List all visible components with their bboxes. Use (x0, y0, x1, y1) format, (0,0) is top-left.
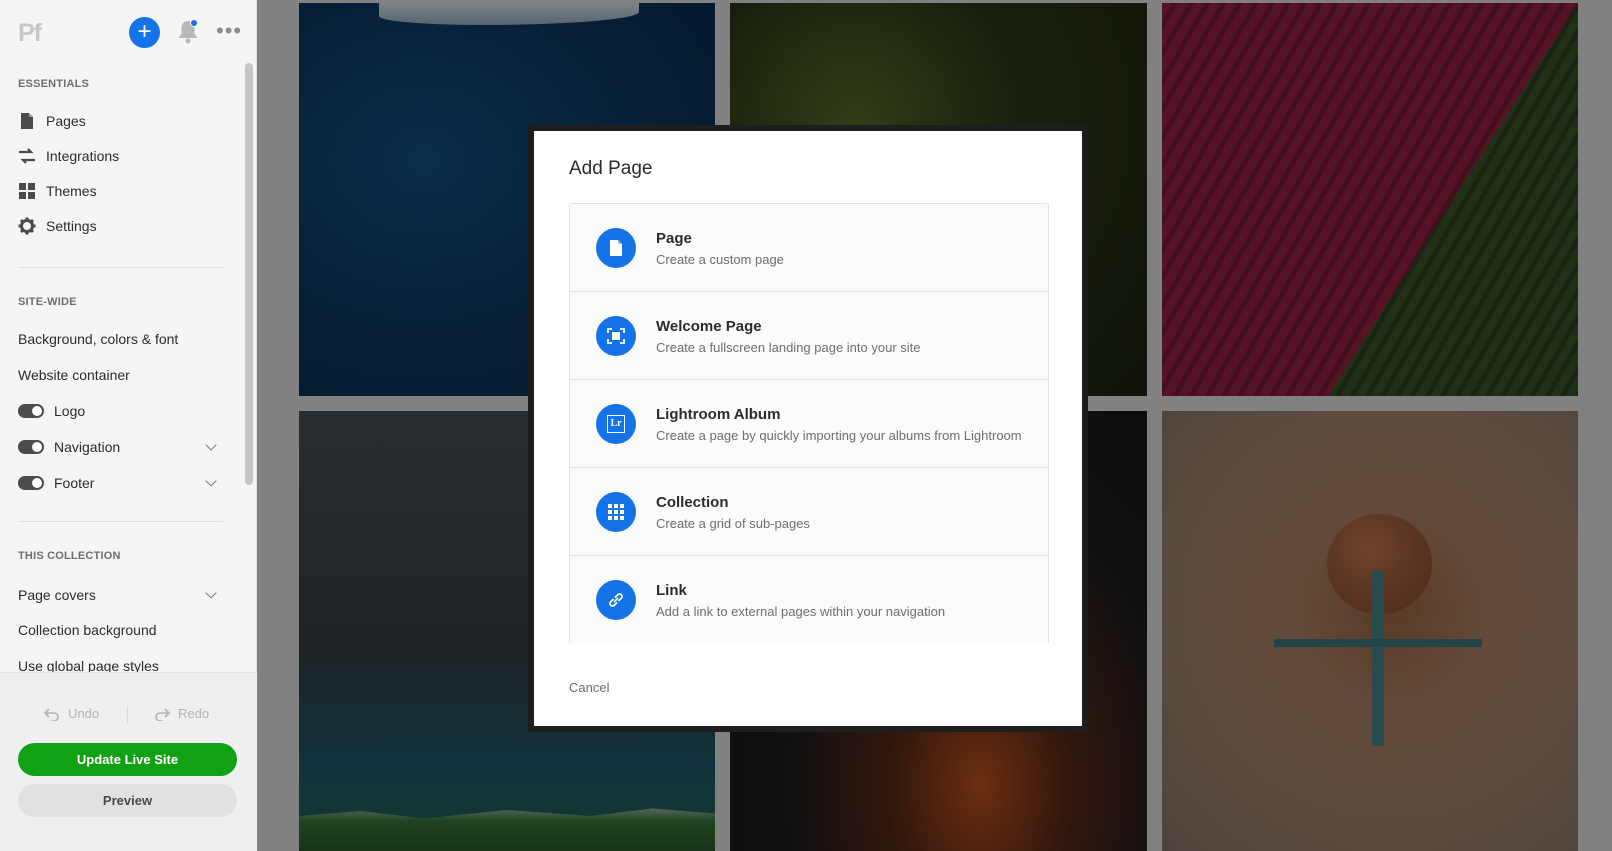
add-button[interactable]: + (129, 17, 160, 48)
page-icon (596, 228, 636, 268)
site-wide-heading: SITE-WIDE (18, 296, 77, 308)
toggle-label: Footer (54, 475, 95, 491)
option-lightroom-album[interactable]: Lr Lightroom Album Create a page by quic… (570, 380, 1048, 468)
chevron-down-icon[interactable] (205, 587, 217, 599)
logo-toggle-row: Logo (18, 400, 223, 422)
toggle-label: Navigation (54, 439, 121, 455)
lightroom-badge: Lr (607, 415, 625, 433)
cancel-button[interactable]: Cancel (569, 680, 609, 695)
undo-button[interactable]: Undo (44, 706, 99, 721)
sidebar-item-collection-background[interactable]: Collection background (18, 622, 157, 638)
essentials-heading: ESSENTIALS (18, 78, 90, 90)
undo-redo-separator (127, 706, 128, 724)
divider (18, 267, 223, 268)
chevron-down-icon[interactable] (205, 439, 217, 451)
option-title: Welcome Page (656, 318, 762, 335)
this-collection-heading: THIS COLLECTION (18, 550, 121, 562)
sidebar-item-background-colors-font[interactable]: Background, colors & font (18, 331, 178, 347)
option-link[interactable]: Link Add a link to external pages within… (570, 556, 1048, 644)
redo-icon (155, 707, 170, 721)
preview-button[interactable]: Preview (18, 784, 237, 817)
sidebar-item-website-container[interactable]: Website container (18, 367, 130, 383)
themes-icon (19, 183, 35, 199)
sidebar-item-label: Settings (46, 218, 97, 234)
option-title: Link (656, 582, 687, 599)
lightroom-icon: Lr (596, 404, 636, 444)
notification-dot (190, 19, 198, 27)
navigation-toggle-row[interactable]: Navigation (18, 436, 223, 458)
page-type-options: Page Create a custom page Welcome Page C… (569, 203, 1049, 644)
sidebar-item-themes[interactable]: Themes (18, 178, 97, 204)
sidebar-scrollbar[interactable] (245, 63, 253, 485)
option-description: Create a grid of sub-pages (656, 516, 810, 531)
option-collection[interactable]: Collection Create a grid of sub-pages (570, 468, 1048, 556)
sidebar-item-page-covers[interactable]: Page covers (18, 584, 223, 606)
grid-icon (596, 492, 636, 532)
chevron-down-icon[interactable] (205, 475, 217, 487)
option-description: Create a custom page (656, 252, 784, 267)
sidebar: Pf + ••• ESSENTIALS Pages Integrations T… (0, 0, 257, 851)
integrations-icon (19, 148, 35, 164)
undo-icon (44, 707, 59, 721)
fullscreen-icon (596, 316, 636, 356)
option-description: Create a fullscreen landing page into yo… (656, 340, 921, 355)
gear-icon (18, 217, 36, 235)
logo-toggle[interactable] (18, 404, 44, 418)
footer-toggle-row[interactable]: Footer (18, 472, 223, 494)
link-icon (596, 580, 636, 620)
more-options-icon[interactable]: ••• (216, 18, 242, 44)
sidebar-item-label: Themes (46, 183, 97, 199)
redo-button[interactable]: Redo (154, 706, 209, 721)
sidebar-item-pages[interactable]: Pages (18, 108, 86, 134)
option-title: Collection (656, 494, 729, 511)
sidebar-item-label: Pages (46, 113, 86, 129)
option-welcome-page[interactable]: Welcome Page Create a fullscreen landing… (570, 292, 1048, 380)
divider (18, 521, 223, 522)
sidebar-topbar: Pf + ••• (0, 0, 257, 62)
option-description: Add a link to external pages within your… (656, 604, 946, 619)
page-icon (21, 113, 33, 129)
update-live-site-button[interactable]: Update Live Site (18, 743, 237, 776)
sidebar-item-label: Page covers (18, 587, 96, 603)
sidebar-item-label: Integrations (46, 148, 120, 164)
redo-label: Redo (178, 706, 210, 721)
add-page-dialog: Add Page Page Create a custom page Welco… (528, 125, 1088, 732)
option-description: Create a page by quickly importing your … (656, 428, 1022, 443)
option-title: Lightroom Album (656, 406, 781, 423)
option-page[interactable]: Page Create a custom page (570, 204, 1048, 292)
toggle-label: Logo (54, 403, 86, 419)
sidebar-item-integrations[interactable]: Integrations (18, 143, 119, 169)
dialog-title: Add Page (569, 158, 653, 179)
portfolio-logo: Pf (18, 19, 42, 47)
undo-label: Undo (68, 706, 100, 721)
sidebar-item-use-global-page-styles[interactable]: Use global page styles (18, 658, 159, 672)
sidebar-item-settings[interactable]: Settings (18, 213, 97, 239)
footer-toggle[interactable] (18, 476, 44, 490)
sidebar-scroll-area: ESSENTIALS Pages Integrations Themes Set… (0, 62, 257, 672)
navigation-toggle[interactable] (18, 440, 44, 454)
option-title: Page (656, 230, 692, 247)
